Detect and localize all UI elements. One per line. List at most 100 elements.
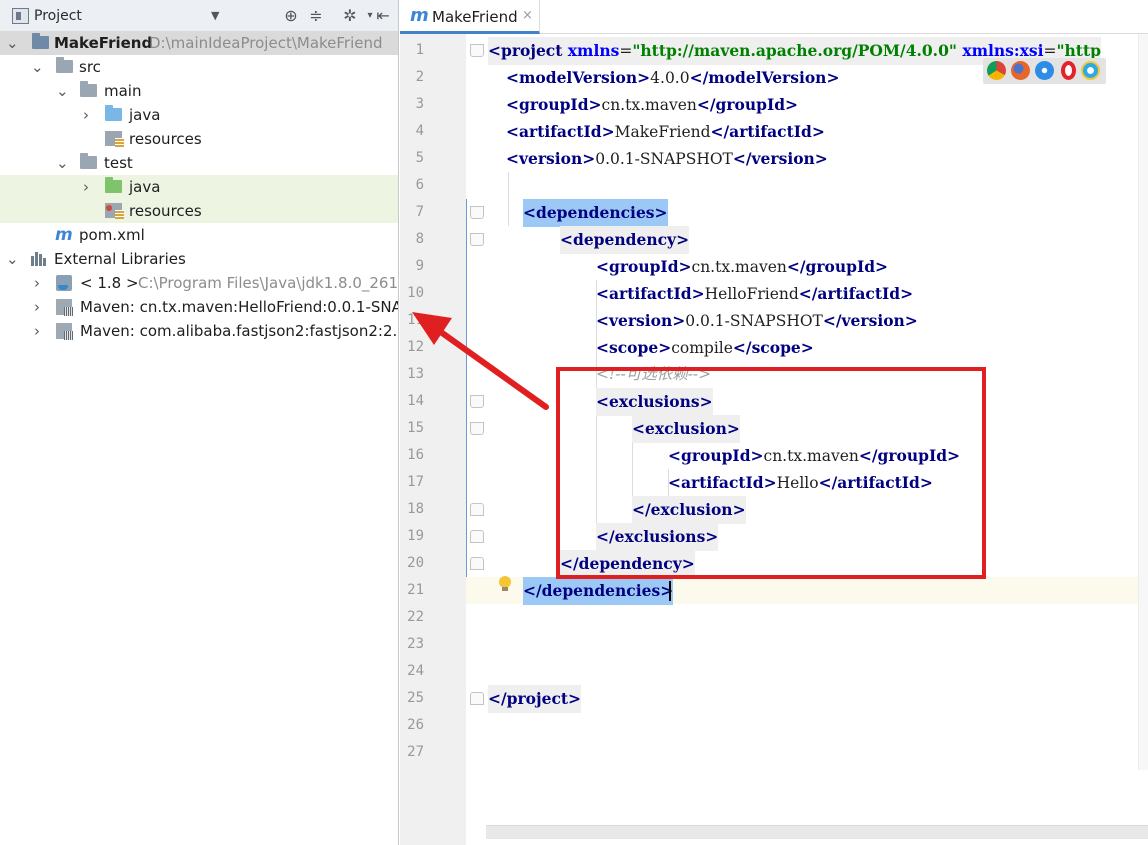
xml-tag: <groupId> — [506, 95, 602, 114]
test-resources-folder-icon — [105, 203, 124, 219]
code-line-8: <dependency> — [466, 226, 1148, 254]
intention-bulb-icon[interactable] — [498, 576, 512, 592]
line-number: 7 — [415, 204, 424, 220]
xml-tag: </version> — [732, 149, 828, 168]
tab-makefriend[interactable]: m MakeFriend × — [400, 0, 540, 34]
folder-icon — [80, 153, 97, 169]
view-selector-dropdown-icon[interactable]: ▼ — [211, 9, 219, 22]
line-number: 10 — [407, 285, 424, 301]
code-token: <version>0.0.1-SNAPSHOT</version> — [506, 145, 828, 173]
line-number: 4 — [415, 123, 424, 139]
tree-item-main-resources[interactable]: resources — [0, 127, 398, 151]
chevron-right-icon[interactable]: › — [80, 175, 92, 199]
firefox-icon[interactable] — [1011, 61, 1030, 80]
chevron-down-icon[interactable]: ⌄ — [56, 151, 69, 175]
source-folder-icon — [105, 105, 122, 121]
xml-tag: <dependency> — [560, 230, 690, 249]
code-token: </project> — [488, 685, 582, 713]
chevron-down-icon[interactable]: ⌄ — [56, 79, 69, 103]
code-token: <artifactId>MakeFriend</artifactId> — [506, 118, 825, 146]
horizontal-scrollbar[interactable] — [486, 825, 1148, 839]
tree-item-main-java[interactable]: › java — [0, 103, 398, 127]
xml-text: 0.0.1-SNAPSHOT — [595, 150, 733, 168]
safari-icon[interactable] — [1035, 61, 1054, 80]
code-token: <scope>compile</scope> — [596, 334, 814, 362]
line-number: 20 — [407, 555, 424, 571]
line-number: 13 — [407, 366, 424, 382]
xml-text: 4.0.0 — [650, 69, 690, 87]
tree-item-test[interactable]: ⌄ test — [0, 151, 398, 175]
xml-tag: <modelVersion> — [506, 68, 651, 87]
tree-item-makefriend[interactable]: ⌄ MakeFriend D:\mainIdeaProject\MakeFrie… — [0, 31, 398, 55]
editor-tab-bar: m MakeFriend × — [400, 0, 1148, 34]
gear-icon[interactable]: ✲ — [340, 6, 360, 26]
xml-text: cn.tx.maven — [601, 96, 697, 114]
chevron-right-icon[interactable]: › — [80, 103, 92, 127]
xml-tag: <version> — [506, 149, 596, 168]
maven-icon: m — [55, 225, 73, 245]
project-panel-header: Project ▼ ⊕ ≑ ✲ ▾ ⇤ — [0, 0, 398, 32]
line-number: 26 — [407, 717, 424, 733]
tree-item-pom[interactable]: m pom.xml — [0, 223, 398, 247]
line-number: 27 — [407, 744, 424, 760]
tree-item-label: MakeFriend — [54, 34, 153, 52]
line-number: 22 — [407, 609, 424, 625]
test-source-folder-icon — [105, 177, 122, 193]
line-number: 23 — [407, 636, 424, 652]
xml-tag: </modelVersion> — [689, 68, 840, 87]
line-number: 14 — [407, 393, 424, 409]
tree-item-label: main — [104, 82, 142, 100]
code-token: <dependencies> — [523, 199, 668, 227]
maven-library-icon — [56, 323, 73, 340]
tree-item-external-libraries[interactable]: ⌄ External Libraries — [0, 247, 398, 271]
error-stripe[interactable] — [1138, 34, 1148, 770]
tree-item-label: java — [129, 178, 161, 196]
tree-item-main[interactable]: ⌄ main — [0, 79, 398, 103]
xml-tag: <groupId> — [596, 257, 692, 276]
xml-attr: xmlns — [567, 41, 620, 60]
chevron-right-icon[interactable]: › — [31, 319, 43, 343]
tree-item-maven-hellofriend[interactable]: › Maven: cn.tx.maven:HelloFriend:0.0.1-S… — [0, 295, 398, 319]
opera-icon[interactable] — [1061, 61, 1076, 80]
annotation-highlight-box — [556, 367, 986, 579]
chevron-right-icon[interactable]: › — [31, 295, 43, 319]
tree-item-label: resources — [129, 130, 202, 148]
tree-item-path: D:\mainIdeaProject\MakeFriend — [149, 34, 383, 52]
line-number: 6 — [415, 177, 424, 193]
locate-icon[interactable]: ⊕ — [281, 6, 301, 26]
ie-icon[interactable] — [1081, 61, 1100, 80]
line-number: 21 — [407, 582, 424, 598]
chevron-down-icon[interactable]: ⌄ — [6, 31, 19, 55]
tree-item-maven-fastjson2[interactable]: › Maven: com.alibaba.fastjson2:fastjson2… — [0, 319, 398, 343]
tree-item-label: java — [129, 106, 161, 124]
tree-item-src[interactable]: ⌄ src — [0, 55, 398, 79]
code-line-3: <groupId>cn.tx.maven</groupId> — [466, 91, 1148, 118]
xml-text: MakeFriend — [614, 123, 711, 141]
project-panel-title[interactable]: Project — [34, 8, 82, 24]
chevron-down-icon[interactable]: ⌄ — [31, 55, 44, 79]
chrome-icon[interactable] — [987, 61, 1006, 80]
tree-item-path: C:\Program Files\Java\jdk1.8.0_261 — [138, 274, 399, 292]
tree-item-label: pom.xml — [79, 226, 145, 244]
tree-item-jdk[interactable]: › < 1.8 > C:\Program Files\Java\jdk1.8.0… — [0, 271, 399, 295]
maven-library-icon — [56, 299, 73, 316]
line-number: 9 — [415, 258, 424, 274]
hide-panel-icon[interactable]: ⇤ — [373, 6, 393, 26]
xml-text: 0.0.1-SNAPSHOT — [685, 312, 823, 330]
xml-tag: <scope> — [596, 338, 672, 357]
chevron-down-icon[interactable]: ⌄ — [6, 247, 19, 271]
close-icon[interactable]: × — [522, 8, 533, 23]
code-line-10: <artifactId>HelloFriend</artifactId> — [466, 280, 1148, 307]
tree-item-test-resources[interactable]: resources — [0, 199, 398, 223]
folder-icon — [56, 57, 73, 73]
tree-item-test-java[interactable]: › java — [0, 175, 398, 199]
code-line-4: <artifactId>MakeFriend</artifactId> — [466, 118, 1148, 145]
chevron-right-icon[interactable]: › — [31, 271, 43, 295]
xml-text: compile — [671, 339, 733, 357]
xml-tag: <artifactId> — [596, 284, 705, 303]
collapse-all-icon[interactable]: ≑ — [306, 6, 326, 26]
xml-text: cn.tx.maven — [691, 258, 787, 276]
maven-icon: m — [410, 5, 429, 26]
tree-item-label: resources — [129, 202, 202, 220]
line-number: 18 — [407, 501, 424, 517]
